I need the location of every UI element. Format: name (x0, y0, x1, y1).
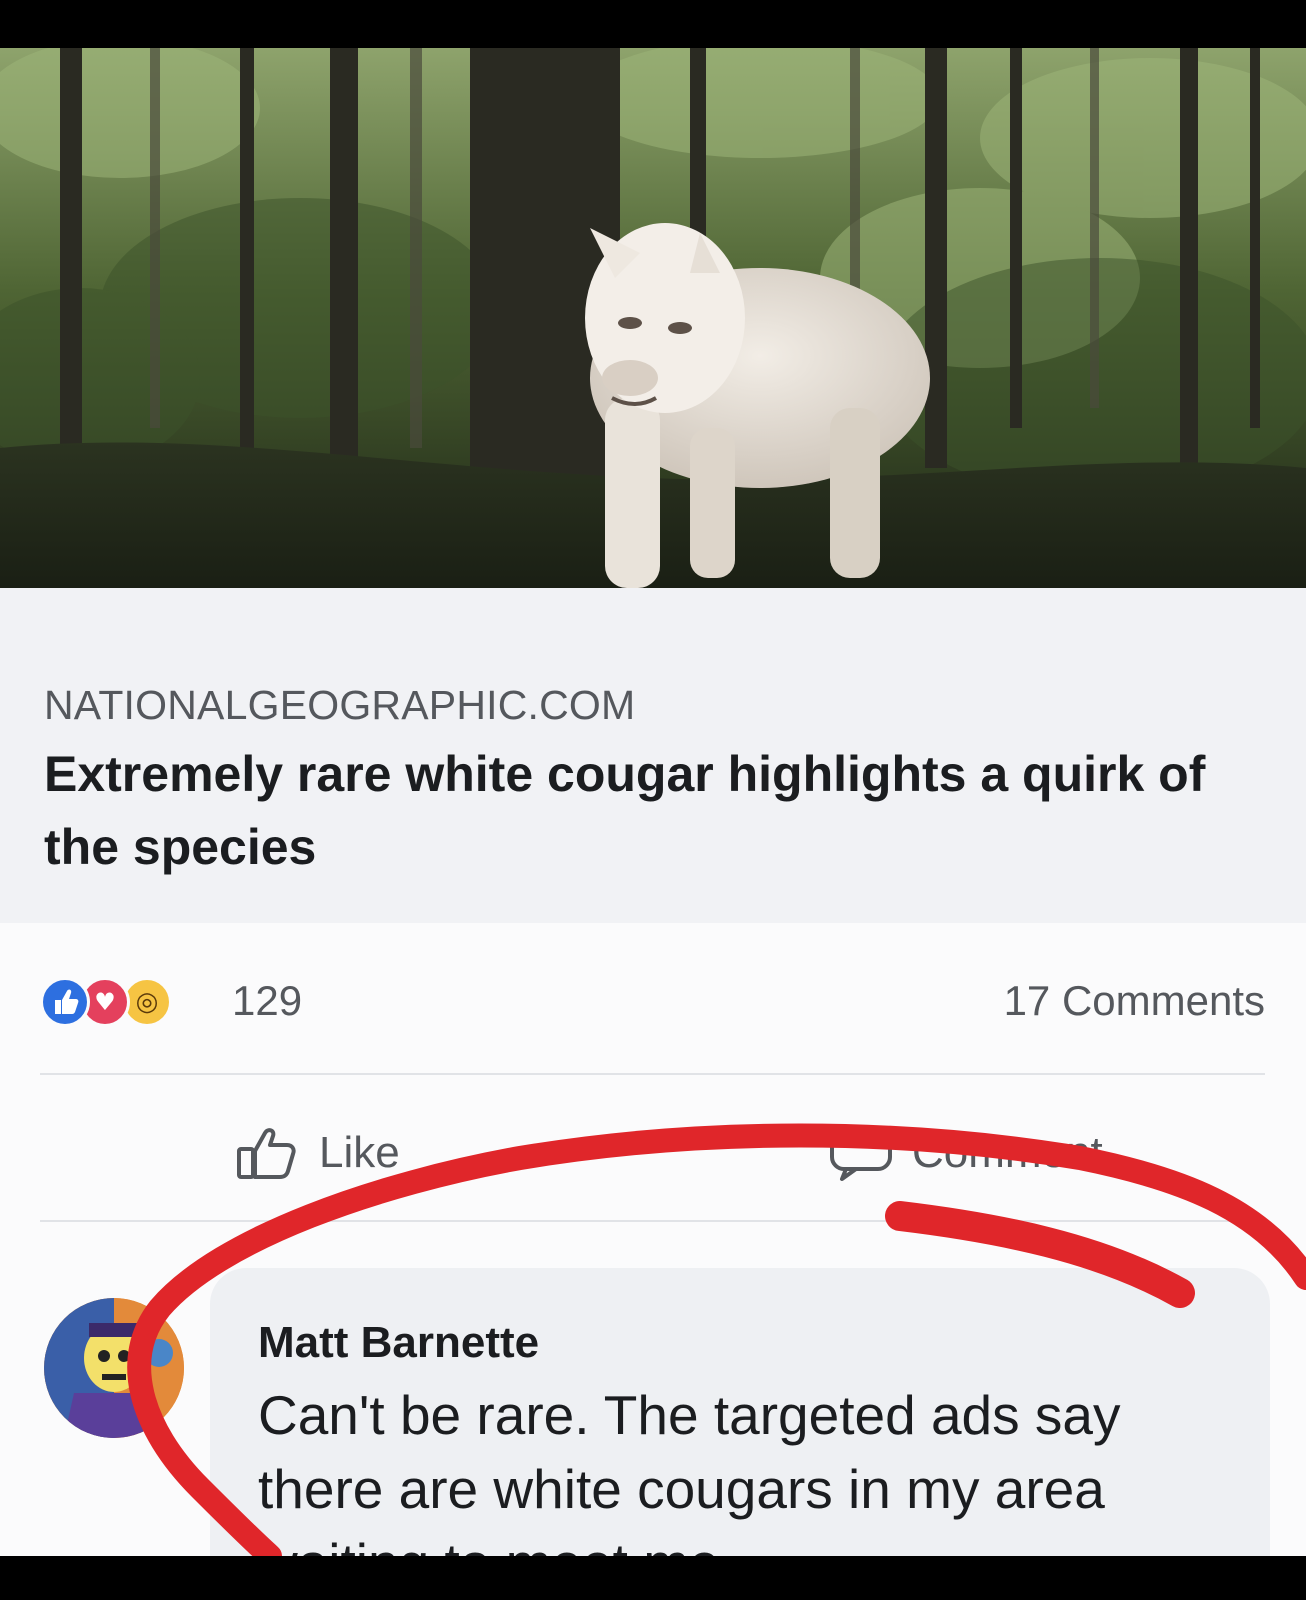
post-actions: Like Comment (0, 1103, 1306, 1203)
reaction-count: 129 (232, 977, 303, 1024)
comment-bubble: Matt Barnette Can't be rare. The targete… (210, 1268, 1270, 1556)
facebook-post-screenshot: NATIONALGEOGRAPHIC.COM Extremely rare wh… (0, 48, 1306, 1556)
reaction-icons: ◎ ♥ (40, 977, 225, 1027)
comment-label: Comment (912, 1128, 1103, 1177)
like-button[interactable]: Like (235, 1123, 400, 1183)
divider (40, 1220, 1265, 1222)
speech-bubble-icon (830, 1127, 892, 1181)
bottom-letterbox (0, 1556, 1306, 1600)
like-label: Like (319, 1128, 400, 1177)
divider (40, 1073, 1265, 1075)
comment-author[interactable]: Matt Barnette (258, 1318, 539, 1368)
post-footer: ◎ ♥ 129 17 Comments Like Comment Matt Ba… (0, 923, 1306, 1556)
link-title[interactable]: Extremely rare white cougar highlights a… (44, 738, 1254, 884)
link-preview-meta[interactable]: NATIONALGEOGRAPHIC.COM Extremely rare wh… (0, 588, 1306, 923)
reactions-summary[interactable]: ◎ ♥ 129 17 Comments (40, 973, 1265, 1033)
like-reaction-icon (40, 977, 90, 1027)
comment-text: Can't be rare. The targeted ads say ther… (258, 1384, 1121, 1556)
commenter-avatar[interactable] (44, 1298, 184, 1438)
link-preview-image[interactable] (0, 48, 1306, 588)
comment-button[interactable]: Comment (828, 1123, 1103, 1183)
comments-count-link[interactable]: 17 Comments (1004, 977, 1265, 1025)
link-domain: NATIONALGEOGRAPHIC.COM (44, 682, 636, 728)
thumbs-up-icon (237, 1128, 296, 1179)
